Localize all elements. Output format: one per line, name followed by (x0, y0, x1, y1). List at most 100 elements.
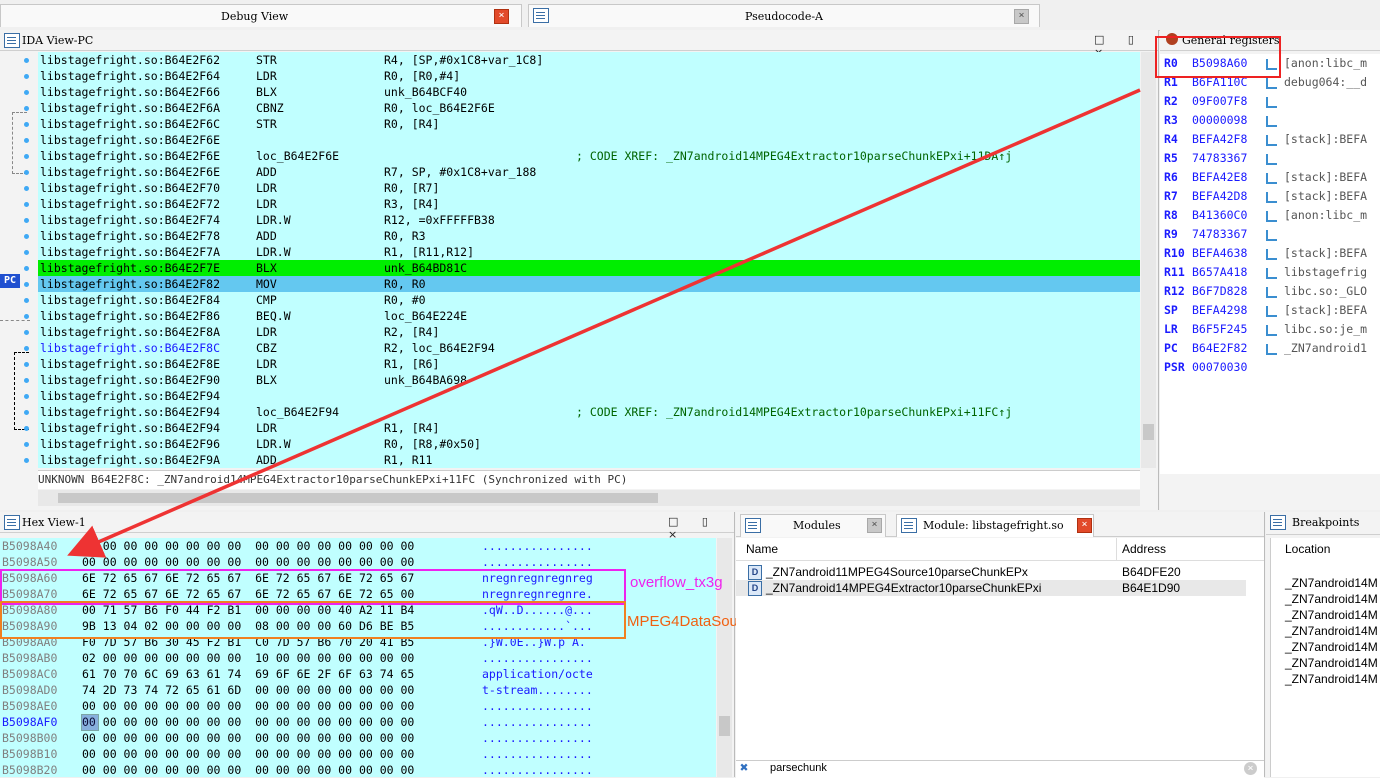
register-value[interactable]: B657A418 (1192, 263, 1247, 282)
hex-bytes[interactable]: 00 00 00 00 00 00 00 00 00 00 00 00 00 0… (82, 714, 414, 730)
hex-ascii[interactable]: ................ (482, 746, 593, 762)
register-reference[interactable]: _ZN7android1 (1284, 339, 1367, 358)
jump-arrow-icon[interactable] (1266, 116, 1277, 127)
code-line[interactable]: libstagefright.so:B64E2F64 LDR R0, [R0,#4] (38, 68, 1140, 84)
code-line[interactable]: libstagefright.so:B64E2F94 loc_B64E2F94 ; … (38, 404, 1140, 420)
hex-bytes[interactable]: 00 00 00 00 00 00 00 00 00 00 00 00 00 0… (82, 762, 414, 777)
hex-bytes[interactable]: 02 00 00 00 00 00 00 00 10 00 00 00 00 0… (82, 650, 414, 666)
registers-list[interactable]: R0 B5098A60 [anon:libc_m R1 B6FA110C debug064… (1160, 54, 1380, 474)
code-line[interactable]: libstagefright.so:B64E2F6E loc_B64E2F6E ; … (38, 148, 1140, 164)
modules-list[interactable]: Name Address D _ZN7android11MPEG4Source10… (736, 538, 1264, 760)
line-dot-icon[interactable] (24, 394, 29, 399)
jump-arrow-icon[interactable] (1266, 173, 1277, 184)
register-value[interactable]: 00000098 (1192, 111, 1247, 130)
breakpoint-row[interactable]: _ZN7android14M (1285, 624, 1378, 638)
register-reference[interactable]: libc.so:_GLO (1284, 282, 1367, 301)
register-row[interactable]: R5 74783367 (1160, 149, 1380, 168)
register-value[interactable]: 09F007F8 (1192, 92, 1247, 111)
tab-debug-view[interactable]: Debug View × (0, 4, 522, 27)
tab-module-libstagefright[interactable]: Module: libstagefright.so × (896, 514, 1094, 537)
module-function-name[interactable]: _ZN7android11MPEG4Source10parseChunkEPx (766, 565, 1028, 579)
hex-row[interactable]: B5098AD0 74 2D 73 74 72 65 61 6D 00 00 00… (0, 682, 716, 698)
register-row[interactable]: R9 74783367 (1160, 225, 1380, 244)
line-dot-icon[interactable] (24, 234, 29, 239)
ida-hscroll-thumb[interactable] (58, 493, 658, 503)
code-line[interactable]: libstagefright.so:B64E2F66 BLX unk_B64BCF4… (38, 84, 1140, 100)
register-row[interactable]: R2 09F007F8 (1160, 92, 1380, 111)
code-line[interactable]: libstagefright.so:B64E2F82 MOV R0, R0 (38, 276, 1140, 292)
register-reference[interactable]: [anon:libc_m (1284, 206, 1367, 225)
breakpoint-row[interactable]: _ZN7android14M (1285, 576, 1378, 590)
location-header[interactable]: Location (1285, 542, 1330, 556)
register-value[interactable]: 74783367 (1192, 149, 1247, 168)
code-line[interactable]: libstagefright.so:B64E2F90 BLX unk_B64BA69… (38, 372, 1140, 388)
code-line[interactable]: libstagefright.so:B64E2F96 LDR.W R0, [R8,#… (38, 436, 1140, 452)
code-line[interactable]: libstagefright.so:B64E2F72 LDR R3, [R4] (38, 196, 1140, 212)
hex-bytes[interactable]: 00 00 00 00 00 00 00 00 00 00 00 00 00 0… (82, 698, 414, 714)
line-dot-icon[interactable] (24, 218, 29, 223)
hex-bytes[interactable]: 00 00 00 00 00 00 00 00 00 00 00 00 00 0… (82, 554, 414, 570)
filter-clear-icon[interactable]: × (1244, 762, 1257, 775)
line-dot-icon[interactable] (24, 298, 29, 303)
hex-ascii[interactable]: t-stream........ (482, 682, 593, 698)
register-row[interactable]: R10 BEFA4638 [stack]:BEFA (1160, 244, 1380, 263)
line-dot-icon[interactable] (24, 170, 29, 175)
hex-bytes[interactable]: 74 2D 73 74 72 65 61 6D 00 00 00 00 00 0… (82, 682, 414, 698)
hex-ascii[interactable]: ................ (482, 538, 593, 554)
filter-close-icon[interactable]: ✖ (740, 760, 748, 776)
register-reference[interactable]: [anon:libc_m (1284, 54, 1367, 73)
register-row[interactable]: SP BEFA4298 [stack]:BEFA (1160, 301, 1380, 320)
hex-ascii[interactable]: ................ (482, 762, 593, 777)
tab-modules[interactable]: Modules × (740, 514, 886, 537)
register-row[interactable]: R8 B41360C0 [anon:libc_m (1160, 206, 1380, 225)
line-dot-icon[interactable] (24, 362, 29, 367)
module-function-name[interactable]: _ZN7android14MPEG4Extractor10parseChunkE… (766, 581, 1041, 595)
jump-arrow-icon[interactable] (1266, 192, 1277, 203)
tab-pseudocode[interactable]: Pseudocode-A × (528, 4, 1040, 27)
register-value[interactable]: B41360C0 (1192, 206, 1247, 225)
code-line[interactable]: libstagefright.so:B64E2F7E BLX unk_B64BD81… (38, 260, 1140, 276)
register-row[interactable]: R11 B657A418 libstagefrig (1160, 263, 1380, 282)
register-value[interactable]: BEFA42D8 (1192, 187, 1247, 206)
close-icon[interactable]: × (867, 518, 882, 533)
register-row[interactable]: R4 BEFA42F8 [stack]:BEFA (1160, 130, 1380, 149)
hex-row[interactable]: B5098AC0 61 70 70 6C 69 63 61 74 69 6F 6E… (0, 666, 716, 682)
register-row[interactable]: PC B64E2F82 _ZN7android1 (1160, 339, 1380, 358)
hex-ascii[interactable]: ................ (482, 730, 593, 746)
register-value[interactable]: BEFA4298 (1192, 301, 1247, 320)
hex-bytes[interactable]: 00 00 00 00 00 00 00 00 00 00 00 00 00 0… (82, 746, 414, 762)
breakpoint-row[interactable]: _ZN7android14M (1285, 640, 1378, 654)
line-dot-icon[interactable] (24, 202, 29, 207)
hex-row[interactable]: B5098A50 00 00 00 00 00 00 00 00 00 00 00… (0, 554, 716, 570)
hex-ascii[interactable]: application/octe (482, 666, 593, 682)
ida-vscroll-thumb[interactable] (1143, 424, 1154, 440)
register-value[interactable]: B6F7D828 (1192, 282, 1247, 301)
code-line[interactable]: libstagefright.so:B64E2F8E LDR R1, [R6] (38, 356, 1140, 372)
register-row[interactable]: R3 00000098 (1160, 111, 1380, 130)
code-line[interactable]: libstagefright.so:B64E2F94 LDR R1, [R4] (38, 420, 1140, 436)
line-dot-icon[interactable] (24, 442, 29, 447)
line-dot-icon[interactable] (24, 330, 29, 335)
register-reference[interactable]: [stack]:BEFA (1284, 301, 1367, 320)
code-line[interactable]: libstagefright.so:B64E2F62 STR R4, [SP,#0x… (38, 52, 1140, 68)
ida-vscroll[interactable] (1141, 52, 1156, 468)
jump-arrow-icon[interactable] (1266, 306, 1277, 317)
code-line[interactable]: libstagefright.so:B64E2F78 ADD R0, R3 (38, 228, 1140, 244)
line-dot-icon[interactable] (24, 314, 29, 319)
register-row[interactable]: R6 BEFA42E8 [stack]:BEFA (1160, 168, 1380, 187)
breakpoint-row[interactable]: _ZN7android14M (1285, 656, 1378, 670)
code-line[interactable]: libstagefright.so:B64E2F8A LDR R2, [R4] (38, 324, 1140, 340)
hex-row[interactable]: B5098AB0 02 00 00 00 00 00 00 00 10 00 00… (0, 650, 716, 666)
register-value[interactable]: B6F5F245 (1192, 320, 1247, 339)
line-dot-icon[interactable] (24, 138, 29, 143)
breakpoints-list[interactable]: Location _ZN7android14M _ZN7android14M _ZN… (1270, 538, 1380, 777)
line-dot-icon[interactable] (24, 122, 29, 127)
jump-arrow-icon[interactable] (1266, 325, 1277, 336)
line-dot-icon[interactable] (24, 282, 29, 287)
hex-ascii[interactable]: ................ (482, 714, 593, 730)
close-icon[interactable]: × (1014, 9, 1029, 24)
col-name-header[interactable]: Name (746, 542, 778, 556)
line-dot-icon[interactable] (24, 250, 29, 255)
register-value[interactable]: 74783367 (1192, 225, 1247, 244)
register-reference[interactable]: libc.so:je_m (1284, 320, 1367, 339)
